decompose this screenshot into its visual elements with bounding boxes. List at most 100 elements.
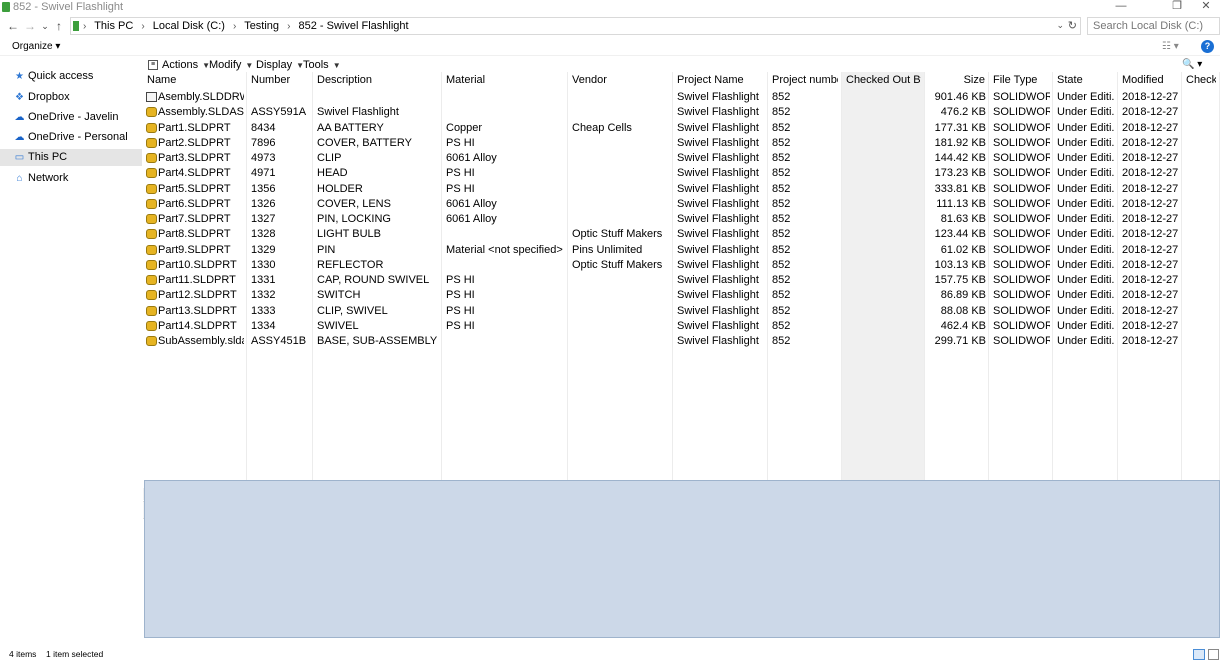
- data-card-panel[interactable]: [144, 480, 1220, 638]
- cell-description: REFLECTOR: [317, 258, 384, 271]
- address-bar[interactable]: › This PC › Local Disk (C:) › Testing › …: [70, 17, 1081, 35]
- column-header-vendor[interactable]: Vendor: [572, 74, 669, 87]
- column-header-material[interactable]: Material: [446, 74, 564, 87]
- sidebar-item-onedrive-javelin[interactable]: ☁ OneDrive - Javelin: [0, 109, 142, 126]
- cell-number: ASSY591A: [251, 106, 307, 119]
- maximize-button[interactable]: ❐: [1163, 0, 1191, 14]
- forward-arrow-icon[interactable]: →: [23, 18, 37, 34]
- cell-description: AA BATTERY: [317, 121, 384, 134]
- cell-description: BASE, SUB-ASSEMBLY: [317, 335, 438, 347]
- minimize-button[interactable]: —: [1107, 0, 1135, 14]
- cell-modified: 2018-12-27...: [1122, 289, 1179, 302]
- cell-file-type: SOLIDWOR...: [993, 136, 1050, 149]
- search-tools-icon[interactable]: 🔍 ▾: [1182, 59, 1202, 71]
- column-header-project_name[interactable]: Project Name: [677, 74, 764, 87]
- cell-modified: 2018-12-27...: [1122, 182, 1179, 195]
- column-header-description[interactable]: Description: [317, 74, 438, 87]
- breadcrumb-testing[interactable]: Testing: [244, 20, 279, 32]
- cell-size: 144.42 KB: [934, 152, 986, 164]
- sidebar-item-onedrive-personal[interactable]: ☁ OneDrive - Personal: [0, 129, 142, 146]
- details-view-icon[interactable]: [1193, 649, 1205, 660]
- cell-file-type: SOLIDWOR...: [993, 335, 1050, 347]
- cell-size: 333.81 KB: [934, 182, 986, 195]
- breadcrumb-local-disk[interactable]: Local Disk (C:): [153, 20, 225, 32]
- cell-material: Copper: [446, 121, 483, 134]
- cell-description: SWITCH: [317, 289, 361, 302]
- help-icon[interactable]: ?: [1201, 40, 1214, 53]
- cell-modified: 2018-12-27...: [1122, 152, 1179, 164]
- cell-file-type: SOLIDWOR...: [993, 197, 1050, 210]
- cell-file-type: SOLIDWOR...: [993, 258, 1050, 271]
- modify-menu[interactable]: Modify ▼: [209, 59, 253, 72]
- column-header-file_type[interactable]: File Type: [993, 74, 1049, 87]
- part-file-icon: [146, 198, 157, 209]
- large-icons-view-icon[interactable]: [1208, 649, 1219, 660]
- breadcrumb-sep-icon: ›: [83, 21, 87, 32]
- cell-size: 111.13 KB: [936, 197, 986, 210]
- sidebar-item-quick-access[interactable]: ★ Quick access: [0, 68, 142, 85]
- tools-menu[interactable]: Tools ▼: [303, 59, 341, 72]
- organize-button[interactable]: Organize ▾: [12, 41, 60, 52]
- cell-project-name: Swivel Flashlight: [677, 91, 759, 103]
- cell-description: Swivel Flashlight: [317, 106, 399, 119]
- cell-size: 476.2 KB: [940, 106, 986, 119]
- column-header-checked_out_by[interactable]: Checked Out By: [846, 74, 921, 87]
- close-button[interactable]: ✕: [1192, 0, 1220, 14]
- cell-material: PS HI: [446, 304, 475, 317]
- cell-project-number: 852: [772, 274, 791, 286]
- caret-down-icon: ▼: [332, 61, 341, 70]
- cell-number: 1327: [251, 213, 276, 225]
- column-header-state[interactable]: State: [1057, 74, 1114, 87]
- column-header-project_number[interactable]: Project number: [772, 74, 838, 87]
- cell-project-name: Swivel Flashlight: [677, 197, 759, 210]
- column-header-number[interactable]: Number: [251, 74, 309, 87]
- sidebar-item-network[interactable]: ⌂ Network: [0, 170, 142, 187]
- search-input[interactable]: Search Local Disk (C:): [1087, 17, 1220, 35]
- title-bar: 852 - Swivel Flashlight — ❐ ✕: [0, 0, 1220, 14]
- actions-menu[interactable]: Actions ▼: [162, 59, 210, 72]
- cell-name: SubAssembly.sldasm: [158, 335, 244, 347]
- sidebar-item-dropbox[interactable]: ❖ Dropbox: [0, 89, 142, 106]
- sidebar-item-label: This PC: [28, 151, 68, 163]
- refresh-icon[interactable]: ↻: [1068, 19, 1077, 32]
- cell-size: 901.46 KB: [934, 91, 986, 103]
- sidebar-item-label: Network: [28, 172, 69, 184]
- cell-material: PS HI: [446, 136, 475, 149]
- assembly-file-icon: [146, 336, 157, 346]
- address-dropdown-icon[interactable]: ⌄: [1056, 20, 1064, 31]
- cell-size: 181.92 KB: [934, 136, 986, 149]
- cell-description: CLIP, SWIVEL: [317, 304, 388, 317]
- column-header-size[interactable]: Size: [929, 74, 985, 87]
- toolbar-options-icon[interactable]: ≡: [148, 60, 158, 70]
- up-arrow-icon[interactable]: ↑: [52, 18, 66, 34]
- part-file-icon: [146, 168, 157, 179]
- cell-size: 177.31 KB: [934, 121, 986, 134]
- assembly-file-icon: [146, 107, 157, 118]
- display-menu[interactable]: Display ▼: [256, 59, 304, 72]
- cell-state: Under Editi...: [1057, 319, 1115, 332]
- part-file-icon: [146, 244, 157, 255]
- cell-modified: 2018-12-27...: [1122, 274, 1179, 286]
- cell-description: CLIP: [317, 152, 342, 164]
- item-count: 4 items: [9, 649, 37, 659]
- column-header-modified[interactable]: Modified: [1122, 74, 1178, 87]
- cell-number: 8434: [251, 121, 276, 134]
- cell-size: 103.13 KB: [934, 258, 986, 271]
- back-arrow-icon[interactable]: ←: [6, 18, 20, 34]
- breadcrumb-current-folder[interactable]: 852 - Swivel Flashlight: [299, 20, 409, 32]
- cell-size: 173.23 KB: [934, 167, 986, 180]
- address-row: ← → ⌄ ↑ › This PC › Local Disk (C:) › Te…: [0, 16, 1220, 36]
- cell-state: Under Editi...: [1057, 182, 1115, 195]
- sidebar-item-this-pc[interactable]: ▭ This PC: [0, 149, 142, 166]
- cell-project-name: Swivel Flashlight: [677, 289, 759, 302]
- pdm-toolbar: ≡ Actions ▼ Modify ▼ Display ▼ Tools ▼ 🔍 ▾: [143, 57, 1220, 73]
- view-options-icon[interactable]: ☷ ▾: [1162, 41, 1179, 52]
- breadcrumb: › This PC › Local Disk (C:) › Testing › …: [83, 20, 414, 33]
- recent-locations-icon[interactable]: ⌄: [38, 18, 52, 34]
- column-header-name[interactable]: Name: [147, 74, 243, 87]
- cell-description: COVER, BATTERY: [317, 136, 412, 149]
- cell-name: Part2.SLDPRT: [158, 136, 231, 149]
- star-icon: ★: [15, 71, 24, 82]
- breadcrumb-this-pc[interactable]: This PC: [94, 20, 133, 32]
- column-header-checked[interactable]: Checked: [1186, 74, 1216, 87]
